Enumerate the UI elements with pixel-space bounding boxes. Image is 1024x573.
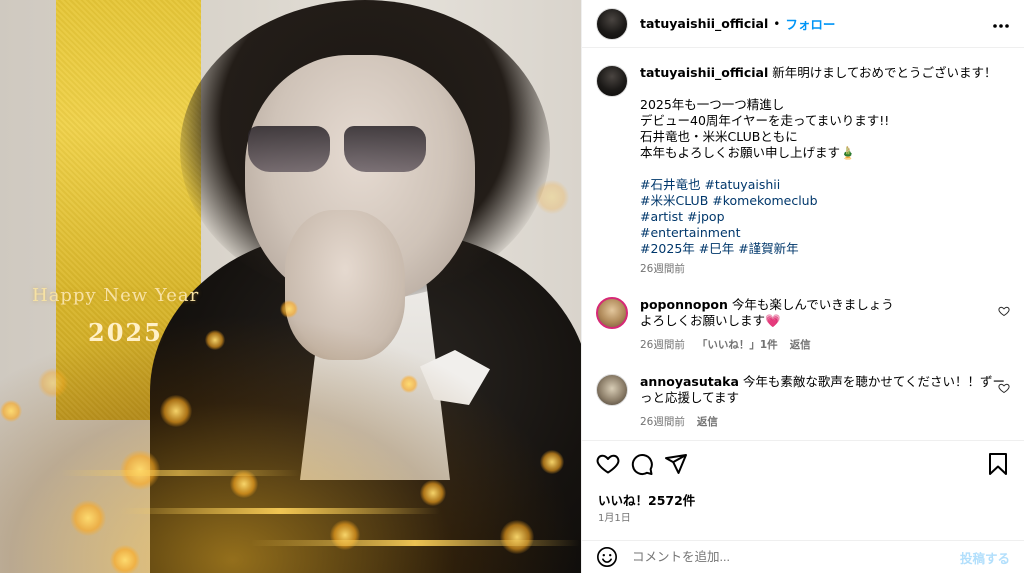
comment-item: annoyasutaka 今年も素敵な歌声を聴かせてください！！ずー っと応援し… (596, 374, 1010, 430)
comments-area[interactable]: tatuyaishii_official 新年明けましておめでとうございます！ … (582, 49, 1024, 441)
comment-likes-count[interactable]: 「いいね！」1件 (697, 337, 778, 353)
author-username[interactable]: tatuyaishii_official (640, 16, 768, 31)
bokeh-light (500, 520, 534, 554)
bokeh-light (205, 330, 225, 350)
caption-time[interactable]: 26週間前 (640, 261, 685, 277)
light-streak (250, 540, 580, 546)
follow-button[interactable]: フォロー (785, 14, 835, 33)
caption-username[interactable]: tatuyaishii_official (640, 65, 768, 80)
bokeh-light (70, 500, 106, 536)
comment-input[interactable] (632, 550, 793, 564)
post-header: tatuyaishii_official • フォロー (582, 0, 1024, 48)
caption-line: 本年もよろしくお願い申し上げます🎍 (640, 145, 856, 160)
caption-line: 2025年も一つ一つ精進し (640, 97, 785, 112)
bokeh-light (160, 395, 192, 427)
comment-icon[interactable] (630, 452, 654, 476)
caption-line: デビュー40周年イヤーを走ってまいります!! (640, 113, 890, 128)
separator-dot: • (773, 16, 781, 31)
post-side-panel: tatuyaishii_official • フォロー tatuyaishii_… (581, 0, 1024, 573)
comment-item: poponnopon 今年も楽しんでいきましょう よろしくお願いします💗 26週… (596, 297, 1010, 353)
post-photo[interactable]: Happy New Year 2025 (0, 0, 581, 573)
bokeh-light (420, 480, 446, 506)
bokeh-light (280, 300, 298, 318)
bokeh-light (38, 368, 68, 398)
sunglasses (248, 118, 438, 180)
year-text: 2025 (88, 318, 163, 347)
caption-avatar[interactable] (596, 65, 628, 97)
bokeh-light (400, 375, 418, 393)
commenter-avatar[interactable] (596, 374, 628, 406)
caption-first-line: 新年明けましておめでとうございます！ (772, 65, 997, 80)
likes-count[interactable]: いいね！2572件 (598, 490, 695, 509)
comment-like-heart-icon[interactable] (998, 305, 1010, 320)
like-heart-icon[interactable] (596, 452, 620, 476)
light-streak (60, 470, 300, 476)
comment-time[interactable]: 26週間前 (640, 337, 685, 353)
post-viewer: Happy New Year 2025 tatuyaishii_official… (0, 0, 1024, 573)
comment-text: 今年も楽しんでいきましょう (731, 297, 894, 312)
more-options-icon[interactable] (992, 13, 1010, 34)
post-date[interactable]: 1月1日 (598, 509, 631, 524)
add-comment-bar: 投稿する (582, 540, 1024, 573)
comment-text: よろしくお願いします💗 (640, 313, 781, 328)
bokeh-light (535, 180, 569, 214)
hashtag-line[interactable]: #entertainment (640, 225, 997, 241)
reply-button[interactable]: 返信 (790, 337, 811, 353)
reply-button[interactable]: 返信 (697, 414, 718, 430)
bokeh-light (540, 450, 564, 474)
bookmark-icon[interactable] (986, 452, 1010, 476)
caption-line: 石井竜也・米米CLUBともに (640, 129, 798, 144)
comment-text: っと応援してます (640, 390, 740, 405)
hashtag-line[interactable]: #米米CLUB #komekomeclub (640, 193, 997, 209)
comment-time[interactable]: 26週間前 (640, 414, 685, 430)
post-comment-button[interactable]: 投稿する (960, 548, 1010, 567)
action-bar (596, 452, 1010, 478)
hashtag-line[interactable]: #artist #jpop (640, 209, 997, 225)
author-avatar[interactable] (596, 7, 628, 40)
comment-like-heart-icon[interactable] (998, 382, 1010, 397)
bokeh-light (0, 400, 22, 422)
happy-new-year-text: Happy New Year (32, 285, 200, 306)
commenter-avatar[interactable] (596, 297, 628, 329)
emoji-icon[interactable] (596, 546, 618, 568)
send-icon[interactable] (664, 452, 688, 476)
commenter-username[interactable]: poponnopon (640, 297, 728, 312)
comment-text: 今年も素敵な歌声を聴かせてください！！ずー (742, 374, 1006, 389)
caption: tatuyaishii_official 新年明けましておめでとうございます！ … (596, 65, 1010, 277)
commenter-username[interactable]: annoyasutaka (640, 374, 739, 389)
hashtag-line[interactable]: #2025年 #巳年 #謹賀新年 (640, 241, 997, 257)
light-streak (120, 508, 440, 514)
bokeh-light (110, 545, 140, 573)
hashtag-line[interactable]: #石井竜也 #tatuyaishii (640, 177, 997, 193)
